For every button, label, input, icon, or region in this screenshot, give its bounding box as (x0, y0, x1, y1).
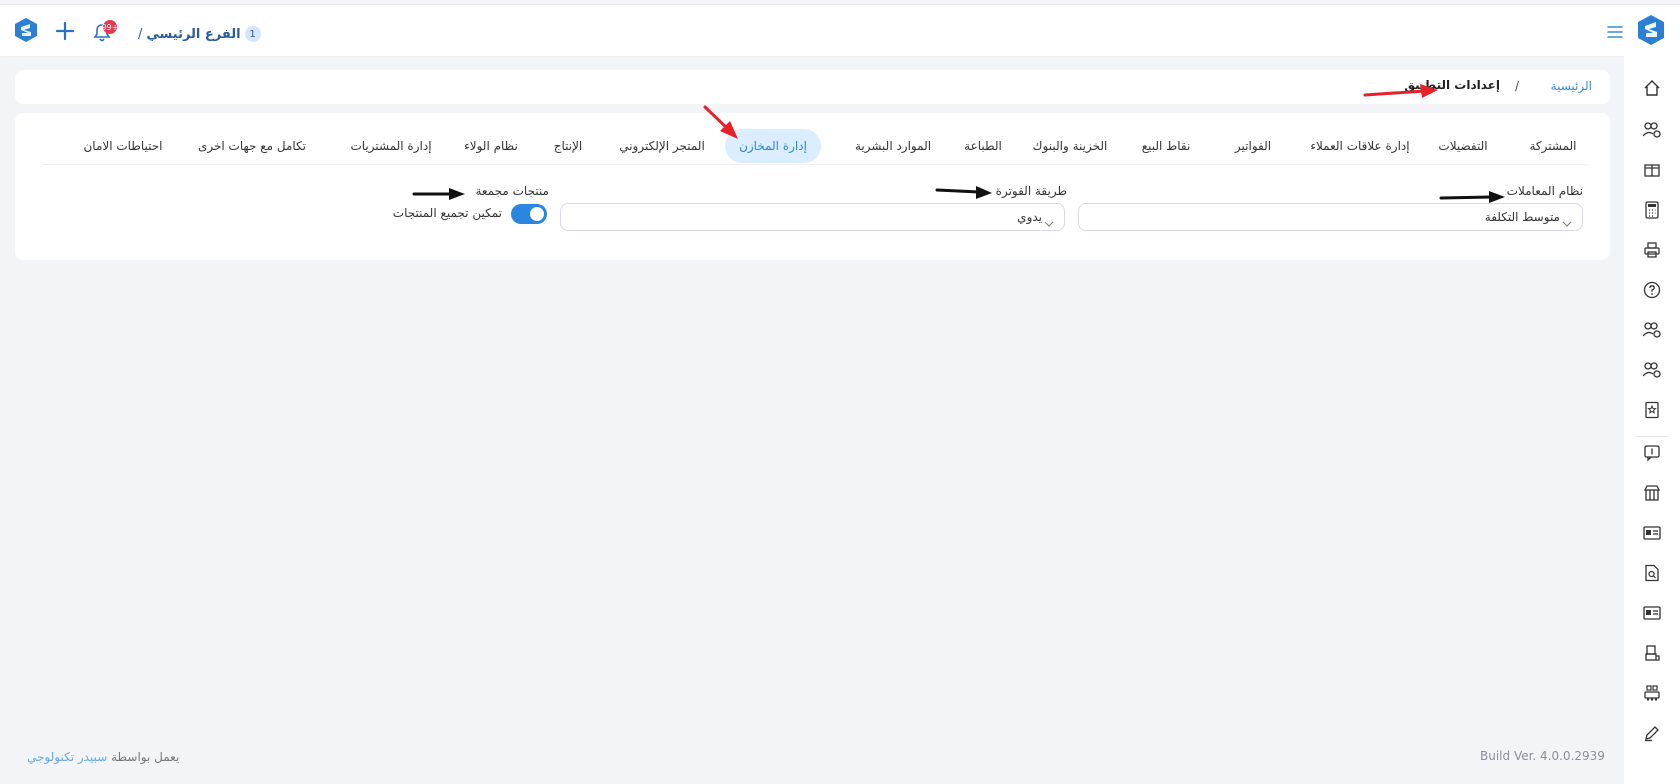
tab-pos[interactable]: نقاط البيع (1128, 129, 1204, 163)
help-icon[interactable] (1640, 278, 1664, 302)
breadcrumb-home-link[interactable]: الرئيسية (1551, 79, 1592, 93)
chat-money-icon[interactable] (1640, 441, 1664, 465)
calculator-icon[interactable] (1640, 198, 1664, 222)
transactions-system-value: متوسط التكلفة (1484, 210, 1560, 224)
home-icon[interactable] (1640, 76, 1664, 100)
pos-icon[interactable] (1640, 641, 1664, 665)
company-link[interactable]: سبيدر تكنولوجي (27, 750, 107, 764)
book-star-icon[interactable] (1640, 398, 1664, 422)
toggle-knob (530, 207, 544, 221)
users-gear-icon[interactable] (1640, 318, 1664, 342)
id-card-icon[interactable] (1640, 521, 1664, 545)
bundled-products-toggle[interactable] (511, 204, 547, 224)
tab-loyalty[interactable]: نظام الولاء (455, 129, 527, 163)
invoice-method-label: طريقة الفوترة (995, 184, 1067, 198)
sidebar-divider (1636, 436, 1668, 437)
app-logo-icon[interactable] (13, 17, 39, 43)
pen-icon[interactable] (1640, 721, 1664, 745)
tab-security-backups[interactable]: احتياطات الامان (70, 129, 176, 163)
chevron-down-icon (1562, 213, 1572, 232)
powered-by-text: يعمل بواسطة (111, 750, 180, 764)
transactions-system-label: نظام المعاملات (1506, 184, 1583, 198)
branch-name: الفرع الرئيسي (146, 26, 241, 42)
tab-invoices[interactable]: الفواتير (1215, 129, 1291, 163)
tab-crm[interactable]: إدارة علاقات العملاء (1305, 129, 1415, 163)
breadcrumb-separator: / (1514, 79, 1519, 93)
branch-separator: / (138, 26, 143, 42)
tab-printing[interactable]: الطباعة (950, 129, 1016, 163)
sidebar (1624, 56, 1680, 784)
printer-icon[interactable] (1640, 238, 1664, 262)
notification-badge: 99+ (102, 20, 118, 34)
tab-shared[interactable]: المشتركة (1515, 129, 1591, 163)
file-search-icon[interactable] (1640, 561, 1664, 585)
add-icon[interactable] (53, 19, 77, 43)
tab-treasury-banks[interactable]: الخزينة والبنوك (1020, 129, 1120, 163)
bundled-products-toggle-label: تمكين تجميع المنتجات (392, 206, 502, 220)
tab-purchases[interactable]: إدارة المشتريات (337, 129, 445, 163)
menu-toggle-icon[interactable] (1606, 23, 1624, 41)
branch-selector[interactable]: 1 الفرع الرئيسي / (138, 24, 261, 44)
box-icon[interactable] (1640, 158, 1664, 182)
settings-card: المشتركة التفضيلات إدارة علاقات العملاء … (15, 113, 1610, 260)
breadcrumb: الرئيسية / إعدادات التطبيق (15, 70, 1610, 104)
id-card-icon[interactable] (1640, 601, 1664, 625)
factory-icon[interactable] (1640, 681, 1664, 705)
build-version: Build Ver. 4.0.0.2939 (1480, 749, 1605, 763)
chevron-down-icon (1044, 213, 1054, 232)
tab-online-store[interactable]: المتجر الإلكتروني (610, 129, 714, 163)
users-gear-icon[interactable] (1640, 118, 1664, 142)
powered-by: يعمل بواسطة سبيدر تكنولوجي (27, 750, 179, 764)
brand-logo-icon[interactable] (1636, 14, 1666, 46)
tabs-divider (43, 164, 1588, 165)
branch-number: 1 (244, 26, 261, 42)
transactions-system-select[interactable]: متوسط التكلفة (1078, 203, 1583, 231)
tab-production[interactable]: الإنتاج (535, 129, 601, 163)
tab-preferences[interactable]: التفضيلات (1425, 129, 1501, 163)
store-icon[interactable] (1640, 481, 1664, 505)
tab-hr[interactable]: الموارد البشرية (843, 129, 943, 163)
tab-integrations[interactable]: تكامل مع جهات اخرى (187, 129, 317, 163)
invoice-method-select[interactable]: يدوي (560, 203, 1065, 231)
top-bar: 99+ 1 الفرع الرئيسي / (0, 4, 1680, 56)
bundled-products-label: منتجات مجمعة (475, 184, 549, 198)
tab-inventory-management[interactable]: إدارة المخازن (725, 129, 821, 163)
page-title: إعدادات التطبيق (1404, 78, 1500, 92)
invoice-method-value: يدوي (1017, 210, 1042, 224)
users-gear-icon[interactable] (1640, 358, 1664, 382)
